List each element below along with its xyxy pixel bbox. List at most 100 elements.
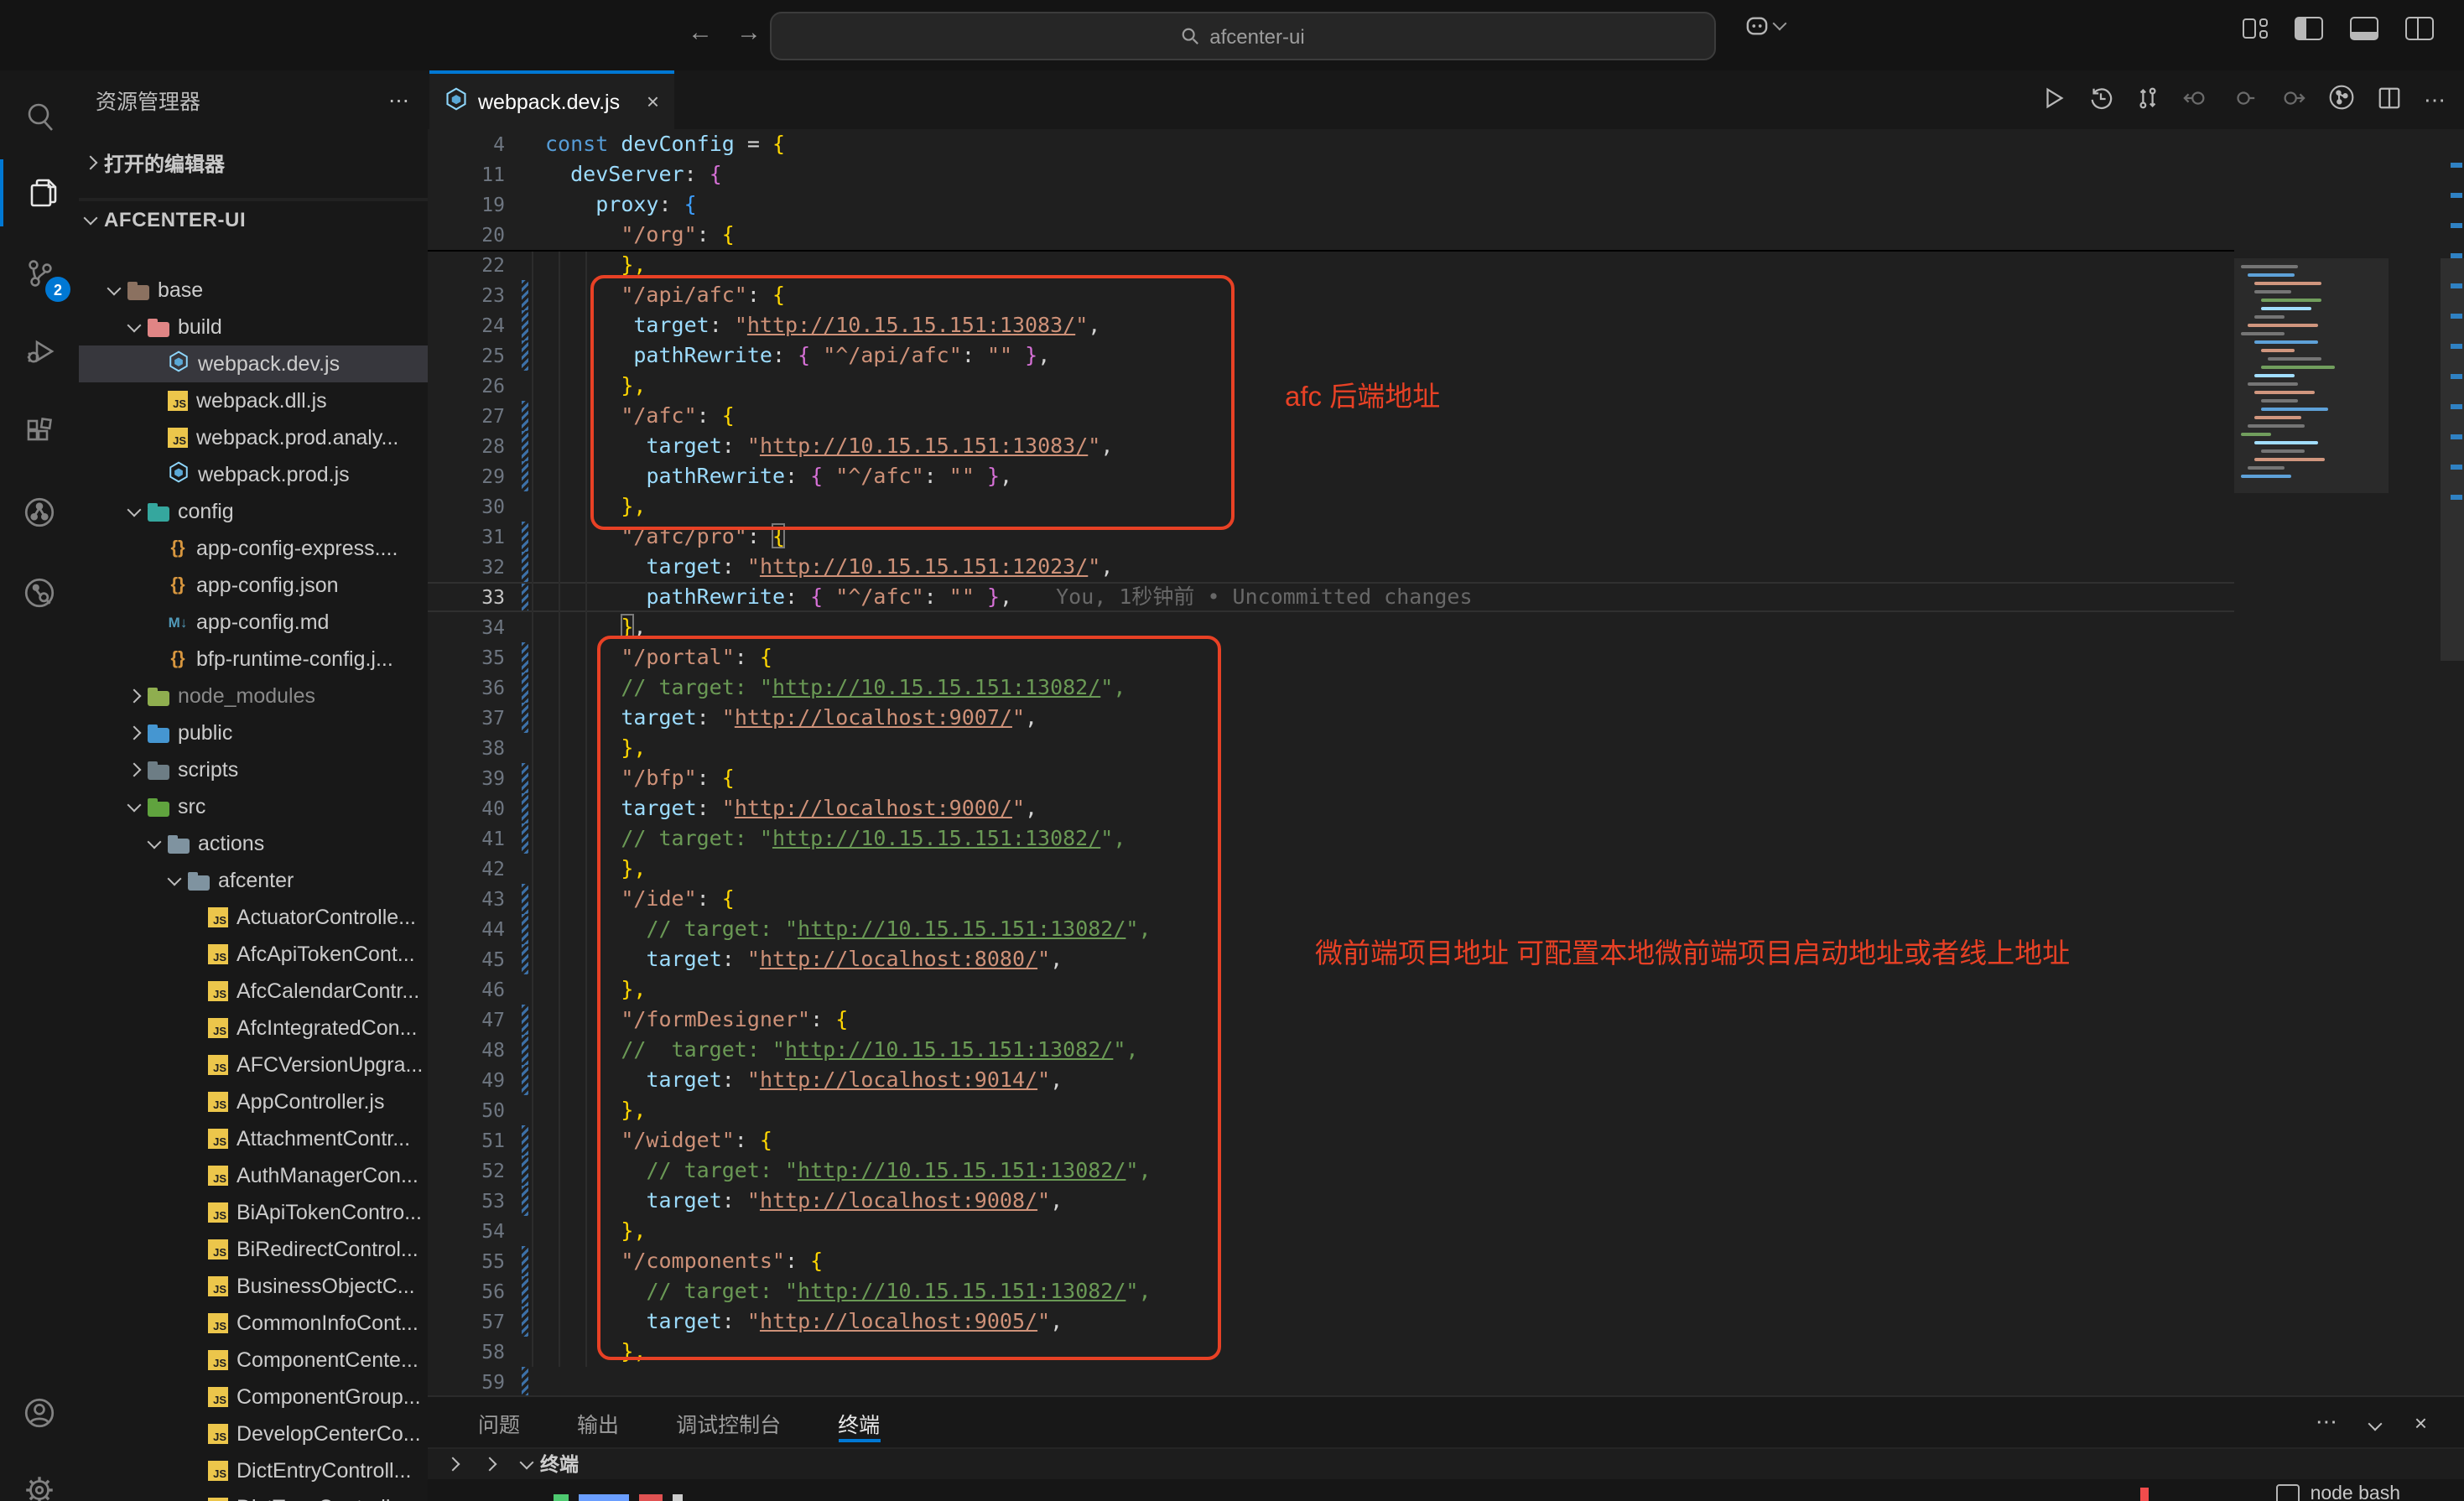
terminal-group-header[interactable]: 终端 bbox=[522, 1451, 579, 1478]
panel-close-icon[interactable]: × bbox=[2415, 1410, 2427, 1435]
js-file-icon: JS bbox=[208, 1166, 228, 1186]
tree-item-build[interactable]: build bbox=[79, 309, 428, 345]
explorer-view-icon[interactable] bbox=[0, 159, 82, 226]
run-file-icon[interactable] bbox=[2041, 85, 2066, 115]
tree-item-componentgroup-[interactable]: JSComponentGroup... bbox=[79, 1379, 428, 1415]
chevron-down-icon bbox=[1773, 17, 1787, 31]
open-editors-section[interactable]: 打开的编辑器 bbox=[79, 127, 428, 200]
code-line-33[interactable]: 33 pathRewrite: { "^/afc": "" },You, 1秒钟… bbox=[428, 582, 2234, 612]
line-number: 4 bbox=[428, 129, 522, 159]
tab-close-icon[interactable]: × bbox=[647, 89, 659, 114]
copilot-icon bbox=[1744, 15, 1770, 37]
panel-tab-调试控制台[interactable]: 调试控制台 bbox=[676, 1397, 781, 1447]
nav-forward-icon[interactable]: → bbox=[736, 18, 762, 47]
tree-item-actions[interactable]: actions bbox=[79, 825, 428, 862]
folder-icon bbox=[168, 839, 190, 854]
sticky-line-20[interactable]: 20 "/org": { bbox=[428, 220, 2234, 250]
line-number: 33 bbox=[428, 584, 522, 610]
tree-item-webpack-prod-js[interactable]: webpack.prod.js bbox=[79, 456, 428, 493]
tree-item-scripts[interactable]: scripts bbox=[79, 751, 428, 788]
tree-item-node-modules[interactable]: node_modules bbox=[79, 678, 428, 714]
split-editor-icon[interactable] bbox=[2377, 85, 2402, 115]
tree-item-biredirectcontrol-[interactable]: JSBiRedirectControl... bbox=[79, 1231, 428, 1268]
tree-item-base[interactable]: base bbox=[79, 272, 428, 309]
tree-item-actuatorcontrolle-[interactable]: JSActuatorControlle... bbox=[79, 899, 428, 936]
open-changes-icon[interactable] bbox=[2328, 84, 2355, 116]
settings-gear-icon[interactable] bbox=[0, 1456, 79, 1501]
tree-item-webpack-dll-js[interactable]: JSwebpack.dll.js bbox=[79, 382, 428, 419]
gutter-modified-indicator bbox=[522, 612, 528, 642]
tree-item-componentcente-[interactable]: JSComponentCente... bbox=[79, 1342, 428, 1379]
panel-more-icon[interactable]: ⋯ bbox=[2316, 1409, 2337, 1436]
tree-item-webpack-prod-analy-[interactable]: JSwebpack.prod.analy... bbox=[79, 419, 428, 456]
panel-tab-终端[interactable]: 终端 bbox=[838, 1397, 880, 1447]
panel-maximize-icon[interactable] bbox=[2368, 1417, 2383, 1431]
terminal-content[interactable]: node bash bbox=[428, 1479, 2464, 1501]
tree-item-label: webpack.dll.js bbox=[196, 389, 327, 413]
code-line-59[interactable]: 59 bbox=[428, 1367, 2234, 1397]
tree-item-commoninfocont-[interactable]: JSCommonInfoCont... bbox=[79, 1305, 428, 1342]
sticky-line-4[interactable]: 4const devConfig = { bbox=[428, 129, 2234, 159]
sticky-line-11[interactable]: 11 devServer: { bbox=[428, 159, 2234, 190]
tree-item-app-config-md[interactable]: M↓app-config.md bbox=[79, 604, 428, 641]
vertical-scrollbar[interactable] bbox=[2441, 258, 2464, 661]
tree-item-app-config-json[interactable]: {}app-config.json bbox=[79, 567, 428, 604]
panel-tab-输出[interactable]: 输出 bbox=[577, 1397, 619, 1447]
search-view-icon[interactable] bbox=[0, 84, 79, 151]
minimap[interactable] bbox=[2241, 258, 2382, 761]
sticky-line-19[interactable]: 19 proxy: { bbox=[428, 190, 2234, 220]
tree-item-dicttypecontroll-[interactable]: JSDictTypeControll... bbox=[79, 1489, 428, 1501]
terminal-list-item[interactable]: node bash bbox=[2277, 1484, 2400, 1501]
tree-item-public[interactable]: public bbox=[79, 714, 428, 751]
tree-item-afcenter[interactable]: afcenter bbox=[79, 862, 428, 899]
timeline-history-icon[interactable] bbox=[2088, 85, 2113, 115]
change-marker-icon[interactable] bbox=[2231, 85, 2258, 115]
toggle-secondary-sidebar-icon[interactable] bbox=[2405, 17, 2434, 40]
previous-change-icon[interactable] bbox=[2182, 85, 2209, 115]
test-explorer-icon[interactable] bbox=[0, 478, 79, 545]
toggle-primary-sidebar-icon[interactable] bbox=[2295, 17, 2323, 40]
tree-item-app-config-express-[interactable]: {}app-config-express.... bbox=[79, 530, 428, 567]
tree-item-biapitokencontro-[interactable]: JSBiApiTokenContro... bbox=[79, 1194, 428, 1231]
tree-item-config[interactable]: config bbox=[79, 493, 428, 530]
toggle-panel-icon[interactable] bbox=[2350, 17, 2378, 40]
title-bar: ← → afcenter-ui bbox=[0, 0, 2464, 70]
line-number: 22 bbox=[428, 250, 522, 280]
run-debug-icon[interactable] bbox=[0, 319, 79, 386]
project-root[interactable]: AFCENTER-UI bbox=[79, 200, 428, 238]
tab-webpack-dev-js[interactable]: webpack.dev.js × bbox=[429, 70, 674, 129]
panel-tab-问题[interactable]: 问题 bbox=[478, 1397, 520, 1447]
tree-item-label: node_modules bbox=[178, 684, 315, 708]
tree-item-webpack-dev-js[interactable]: webpack.dev.js bbox=[79, 345, 428, 382]
command-center-search[interactable]: afcenter-ui bbox=[770, 12, 1716, 60]
tree-item-dictentrycontroll-[interactable]: JSDictEntryControll... bbox=[79, 1452, 428, 1489]
tree-item-afcapitokencont-[interactable]: JSAfcApiTokenCont... bbox=[79, 936, 428, 973]
tree-item-label: BiRedirectControl... bbox=[237, 1238, 418, 1261]
chevron-right-icon[interactable] bbox=[446, 1457, 460, 1472]
tree-item-bfp-runtime-config-j-[interactable]: {}bfp-runtime-config.j... bbox=[79, 641, 428, 678]
tree-item-developcenterco-[interactable]: JSDevelopCenterCo... bbox=[79, 1415, 428, 1452]
compare-changes-icon[interactable] bbox=[2135, 85, 2160, 115]
line-number: 41 bbox=[428, 823, 522, 854]
tree-item-afcversionupgra-[interactable]: JSAFCVersionUpgra... bbox=[79, 1047, 428, 1083]
code-line-32[interactable]: 32 target: "http://10.15.15.151:12023/", bbox=[428, 552, 2234, 582]
nav-back-icon[interactable]: ← bbox=[688, 18, 713, 47]
tree-item-appcontroller-js[interactable]: JSAppController.js bbox=[79, 1083, 428, 1120]
sidebar-more-icon[interactable]: ⋯ bbox=[388, 86, 411, 112]
copilot-menu[interactable] bbox=[1744, 15, 1785, 37]
tree-item-src[interactable]: src bbox=[79, 788, 428, 825]
source-control-icon[interactable]: 2 bbox=[0, 240, 79, 307]
tree-item-attachmentcontr-[interactable]: JSAttachmentContr... bbox=[79, 1120, 428, 1157]
extensions-icon[interactable] bbox=[0, 399, 79, 466]
tree-item-businessobjectc-[interactable]: JSBusinessObjectC... bbox=[79, 1268, 428, 1305]
extension-view-icon[interactable] bbox=[0, 558, 79, 626]
editor-more-icon[interactable]: ⋯ bbox=[2424, 86, 2447, 113]
tree-item-authmanagercon-[interactable]: JSAuthManagerCon... bbox=[79, 1157, 428, 1194]
next-change-icon[interactable] bbox=[2279, 85, 2306, 115]
tree-item-afcintegratedcon-[interactable]: JSAfcIntegratedCon... bbox=[79, 1010, 428, 1047]
tree-item-afccalendarcontr-[interactable]: JSAfcCalendarContr... bbox=[79, 973, 428, 1010]
customize-layout-icon[interactable] bbox=[2243, 18, 2268, 39]
line-number: 47 bbox=[428, 1005, 522, 1035]
account-icon[interactable] bbox=[0, 1379, 79, 1446]
chevron-right-icon[interactable] bbox=[483, 1457, 497, 1472]
